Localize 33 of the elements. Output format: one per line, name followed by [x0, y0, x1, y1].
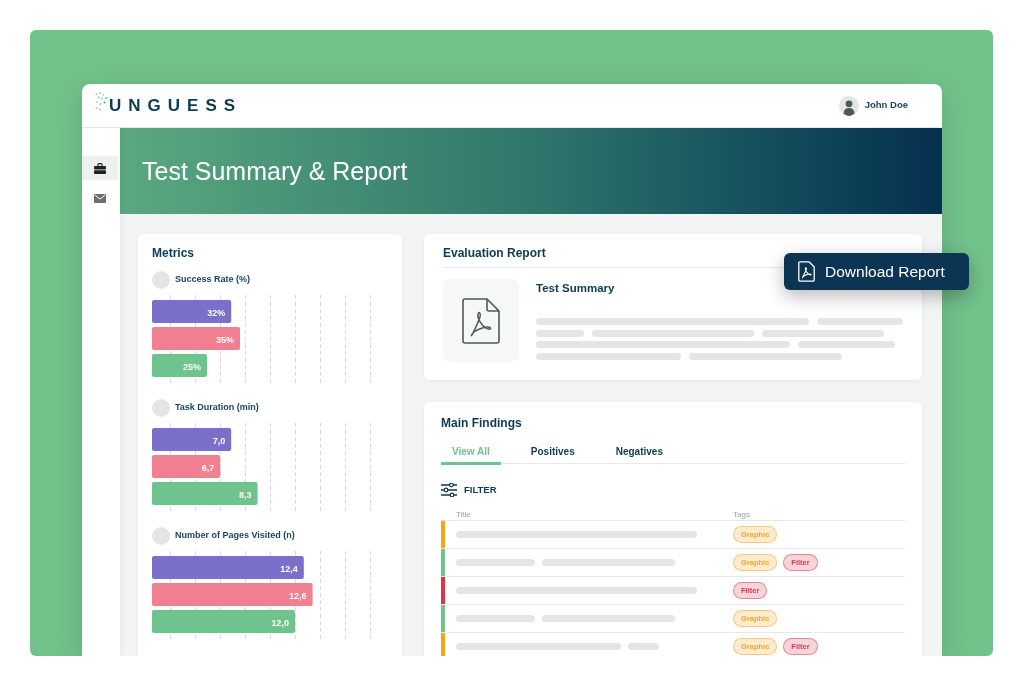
download-report-button[interactable]: Download Report — [784, 253, 969, 290]
metric-title: Task Duration (min) — [175, 401, 259, 415]
filter-button[interactable]: FILTER — [441, 483, 497, 497]
logo: UNGUESS — [109, 95, 243, 116]
metric-title: Number of Pages Visited (n) — [175, 529, 295, 543]
pdf-icon — [798, 261, 815, 282]
avatar-icon — [838, 95, 859, 116]
value-label: 12,0 — [271, 617, 289, 628]
value-label: 25% — [183, 361, 201, 372]
column-header: Tags — [733, 509, 750, 519]
card-title: Main Findings — [441, 415, 522, 432]
user-name: John Doe — [864, 98, 908, 113]
value-label: 12,4 — [280, 563, 298, 574]
logo-dots-icon — [95, 91, 110, 111]
tab[interactable]: Positives — [519, 440, 586, 465]
document-title: Test Summary — [536, 281, 615, 296]
value-label: 7,0 — [212, 435, 226, 446]
sliders-icon — [441, 483, 457, 497]
value-label: 6,7 — [201, 462, 215, 473]
tab[interactable]: Negatives — [604, 440, 674, 465]
value-label: 8,3 — [239, 489, 252, 500]
briefcase-icon — [94, 162, 106, 174]
sidebar-item[interactable] — [82, 156, 118, 180]
value-label: 35% — [216, 334, 234, 345]
card-title: Metrics — [152, 245, 195, 262]
mail-icon — [94, 193, 106, 203]
value-label: 12,6 — [289, 590, 307, 601]
column-header: Title — [456, 509, 471, 519]
pdf-file-icon — [462, 297, 500, 344]
page-title: Test Summary & Report — [142, 156, 408, 187]
value-label: 32% — [207, 307, 226, 318]
metric-title: Success Rate (%) — [175, 273, 251, 287]
card-title: Evaluation Report — [443, 245, 546, 262]
